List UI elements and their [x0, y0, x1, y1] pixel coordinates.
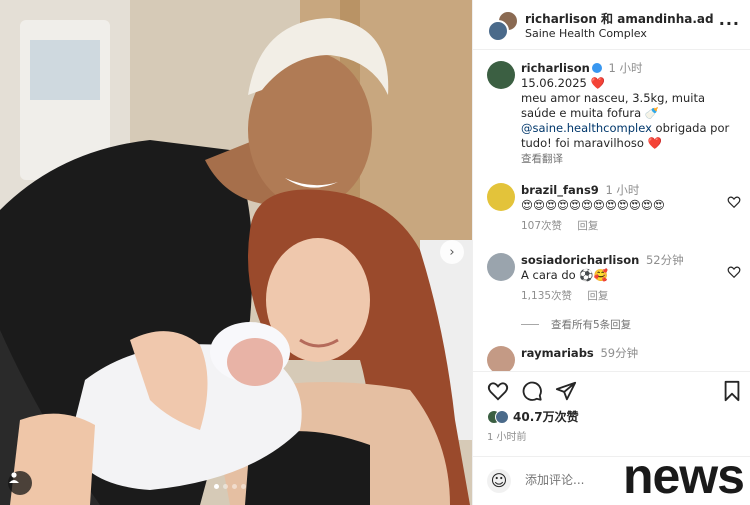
comment-time: 59分钟 [600, 346, 639, 360]
carousel-dot [223, 484, 228, 489]
bookmark-icon[interactable] [721, 380, 743, 402]
comment-body: raymariabs 59分钟 [521, 346, 721, 361]
like-heart-icon[interactable] [487, 380, 509, 402]
comment-text: 😍😍😍😍😍😍😍😍😍😍😍😍 [521, 198, 665, 212]
comment-likes[interactable]: 107次赞 [521, 220, 562, 232]
comment-time: 52分钟 [645, 253, 684, 267]
caption-line: meu amor nasceu, 3.5kg, muita saúde e mu… [521, 91, 706, 120]
comment-input[interactable] [525, 473, 615, 487]
avatar[interactable] [487, 61, 515, 89]
reply-button[interactable]: 回复 [577, 220, 598, 232]
share-icon[interactable] [555, 380, 577, 402]
comment-username[interactable]: raymariabs [521, 346, 594, 360]
post-photo[interactable]: › [0, 0, 472, 505]
comment-icon[interactable] [521, 380, 543, 402]
comments-list: richarlison 1 小时 15.06.2025 ❤️ meu amor … [473, 51, 750, 371]
heart-icon[interactable] [727, 195, 741, 209]
emoji-icon[interactable]: ☺ [487, 469, 511, 493]
view-replies-button[interactable]: 查看所有5条回复 [521, 317, 631, 332]
carousel-dots [214, 484, 246, 489]
comment-body: sosiadoricharlison 52分钟 A cara do ⚽🥰 1,1… [521, 253, 721, 304]
avatar [487, 20, 509, 42]
likes-total: 40.7万次赞 [513, 410, 579, 424]
avatar [495, 410, 509, 424]
comment-meta: 1,135次赞 回复 [521, 289, 721, 304]
likes-count[interactable]: 40.7万次赞 [487, 408, 579, 425]
caption-body: richarlison 1 小时 15.06.2025 ❤️ meu amor … [521, 61, 741, 167]
comment-username[interactable]: sosiadoricharlison [521, 253, 639, 267]
carousel-dot [214, 484, 219, 489]
post-actions [473, 371, 750, 411]
post-side-panel: richarlison 和 amandinha.ad Saine Health … [472, 0, 750, 505]
caption-username[interactable]: richarlison [521, 61, 590, 75]
reply-button[interactable]: 回复 [587, 290, 608, 302]
post-authors[interactable]: richarlison 和 amandinha.ad [525, 10, 714, 27]
caption-time: 1 小时 [608, 61, 643, 75]
avatar[interactable] [487, 253, 515, 281]
verified-badge-icon [591, 63, 602, 73]
more-horizontal-icon[interactable]: ··· [719, 14, 740, 33]
comment-body: brazil_fans9 1 小时 😍😍😍😍😍😍😍😍😍😍😍😍 107次赞 回复 [521, 183, 721, 234]
carousel-dot [241, 484, 246, 489]
user-tag-icon[interactable] [8, 471, 32, 495]
post-header: richarlison 和 amandinha.ad Saine Health … [473, 0, 750, 50]
caption-line: 15.06.2025 ❤️ [521, 76, 605, 90]
carousel-dot [232, 484, 237, 489]
heart-icon[interactable] [727, 265, 741, 279]
post-time: 1 小时前 [487, 432, 527, 443]
news-watermark: news [622, 448, 745, 504]
see-translation-link[interactable]: 查看翻译 [521, 153, 563, 165]
comment-meta: 107次赞 回复 [521, 219, 721, 234]
comment-likes[interactable]: 1,135次赞 [521, 290, 572, 302]
post-location[interactable]: Saine Health Complex [525, 27, 647, 40]
post-photo-image [0, 0, 472, 505]
comment-text: A cara do ⚽🥰 [521, 268, 608, 282]
caption-mention[interactable]: @saine.healthcomplex [521, 121, 652, 135]
carousel-next-button[interactable]: › [440, 240, 464, 264]
comment-time: 1 小时 [605, 183, 640, 197]
avatar[interactable] [487, 183, 515, 211]
comment-username[interactable]: brazil_fans9 [521, 183, 599, 197]
avatar[interactable] [487, 346, 515, 371]
author-avatars[interactable] [487, 10, 519, 42]
person-icon [9, 472, 19, 483]
